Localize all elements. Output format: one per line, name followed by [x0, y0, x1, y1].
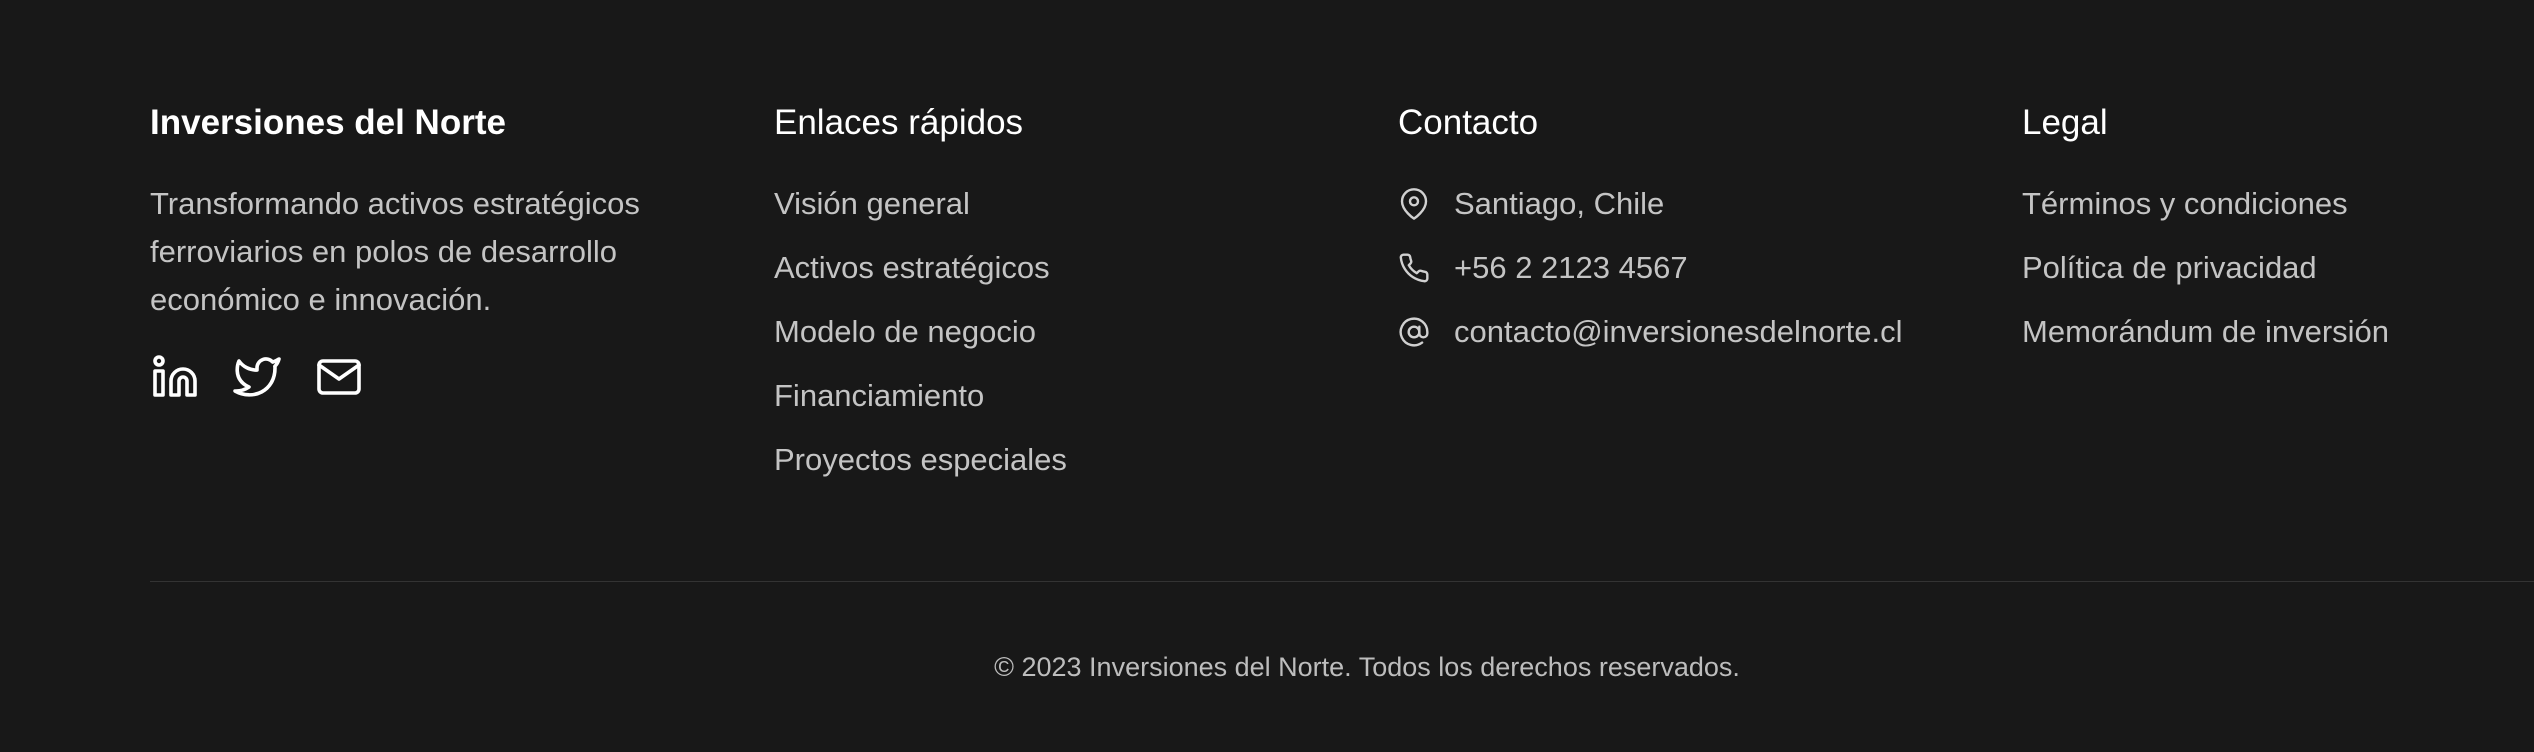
map-pin-icon	[1398, 188, 1430, 220]
contact-location-text: Santiago, Chile	[1454, 186, 1665, 221]
legal-list: Términos y condiciones Política de priva…	[2022, 180, 2522, 356]
contact-item-location: Santiago, Chile	[1398, 180, 1998, 228]
legal-link-item[interactable]: Política de privacidad	[2022, 244, 2522, 292]
brand-tagline: Transformando activos estratégicos ferro…	[150, 186, 640, 317]
contact-column: Contacto Santiago, Chile +56 2 2123 4567…	[1398, 98, 1998, 372]
footer-divider	[150, 581, 2534, 582]
mail-link[interactable]	[314, 352, 364, 402]
legal-column: Legal Términos y condiciones Política de…	[2022, 98, 2522, 372]
linkedin-icon	[153, 355, 197, 397]
quick-links-heading: Enlaces rápidos	[774, 103, 1024, 142]
quick-link-item[interactable]: Visión general	[774, 180, 1334, 228]
contact-phone-text: +56 2 2123 4567	[1454, 250, 1688, 285]
site-footer: Inversiones del Norte Transformando acti…	[0, 0, 2534, 752]
legal-link-item[interactable]: Memorándum de inversión	[2022, 308, 2522, 356]
social-links	[150, 352, 710, 402]
contact-heading: Contacto	[1398, 103, 1539, 142]
legal-link-item[interactable]: Términos y condiciones	[2022, 180, 2522, 228]
copyright-text: © 2023 Inversiones del Norte. Todos los …	[994, 652, 1740, 682]
quick-link-item[interactable]: Financiamiento	[774, 372, 1334, 420]
contact-email-text: contacto@inversionesdelnorte.cl	[1454, 314, 1903, 349]
twitter-icon	[233, 357, 281, 397]
quick-link-item[interactable]: Proyectos especiales	[774, 436, 1334, 484]
contact-item-phone: +56 2 2123 4567	[1398, 244, 1998, 292]
contact-list: Santiago, Chile +56 2 2123 4567 contacto…	[1398, 180, 1998, 356]
contact-item-email: contacto@inversionesdelnorte.cl	[1398, 308, 1998, 356]
brand-name: Inversiones del Norte	[150, 103, 506, 142]
mail-icon	[317, 359, 361, 395]
quick-links-column: Enlaces rápidos Visión general Activos e…	[774, 98, 1334, 500]
at-sign-icon	[1398, 316, 1430, 348]
twitter-link[interactable]	[232, 352, 282, 402]
quick-link-item[interactable]: Activos estratégicos	[774, 244, 1334, 292]
brand-column: Inversiones del Norte Transformando acti…	[150, 98, 710, 402]
quick-links-list: Visión general Activos estratégicos Mode…	[774, 180, 1334, 484]
legal-heading: Legal	[2022, 103, 2108, 142]
linkedin-link[interactable]	[150, 352, 200, 402]
quick-link-item[interactable]: Modelo de negocio	[774, 308, 1334, 356]
phone-icon	[1398, 252, 1430, 284]
